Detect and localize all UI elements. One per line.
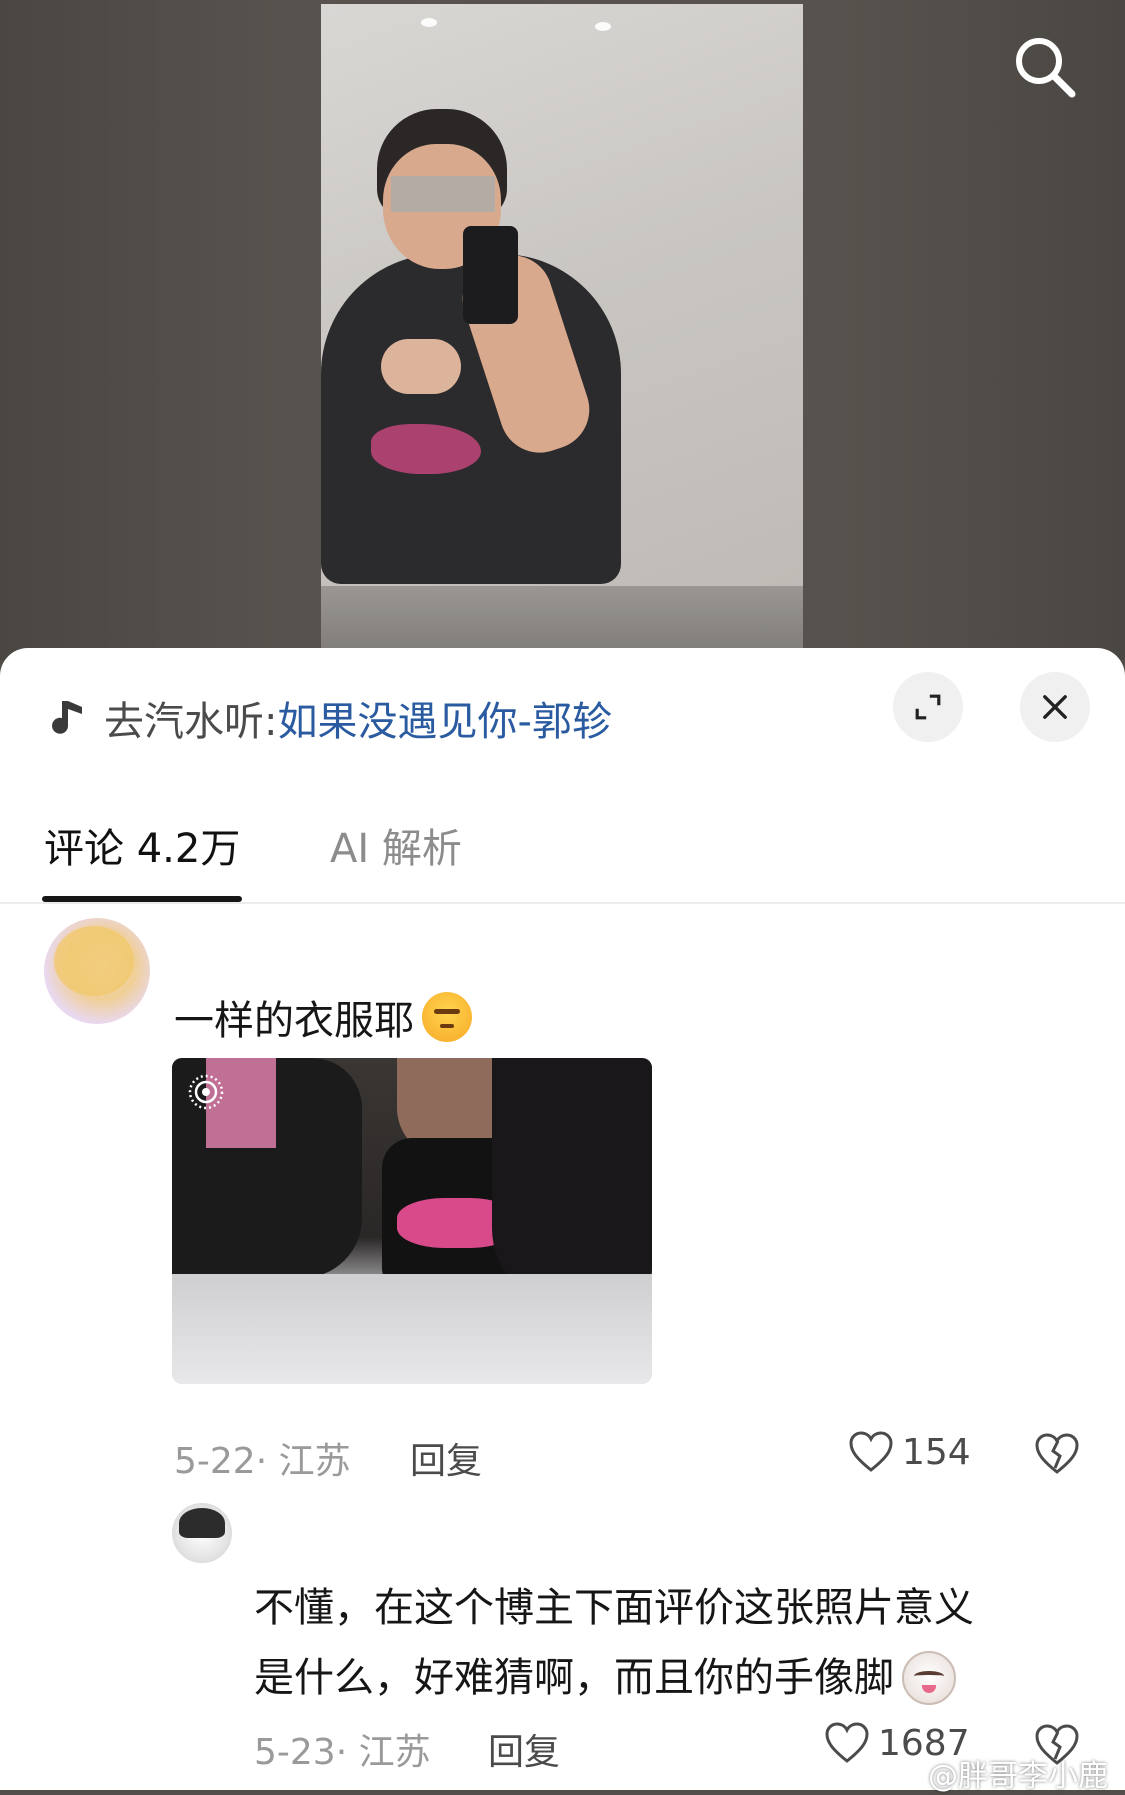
reply-comment-line-2-wrap: 是什么，好难猜啊，而且你的手像脚	[254, 1643, 1074, 1713]
music-prefix: 去汽水听:	[104, 699, 278, 745]
search-button[interactable]	[1010, 32, 1080, 102]
sheet-tabs: 评论 4.2万 AI 解析	[0, 798, 1125, 904]
live-photo-icon	[188, 1074, 224, 1110]
expand-icon	[915, 694, 941, 720]
heart-icon	[849, 1431, 893, 1472]
photo-person-skin	[381, 339, 461, 394]
music-note-icon	[52, 701, 82, 734]
reply-commenter-avatar[interactable]	[172, 1503, 232, 1563]
post-photo	[321, 4, 803, 656]
reply-button[interactable]: 回复	[410, 1432, 482, 1484]
image-table	[172, 1274, 652, 1384]
photo-phone	[463, 226, 518, 324]
reply-comment-text: 不懂，在这个博主下面评价这张照片意义 是什么，好难猜啊，而且你的手像脚	[254, 1573, 1074, 1713]
music-link-row[interactable]: 去汽水听: 如果没遇见你-郭轸	[48, 688, 612, 748]
music-song-link[interactable]: 如果没遇见你-郭轸	[277, 689, 611, 747]
smirk-emoji-icon	[422, 992, 472, 1042]
close-icon	[1043, 695, 1067, 719]
photo-shirt-logo	[371, 424, 481, 474]
reply-button[interactable]: 回复	[488, 1723, 560, 1775]
comments-sheet: 去汽水听: 如果没遇见你-郭轸 评论 4.2万 AI 解析 一样的衣服耶 5-2…	[0, 648, 1125, 1794]
watermark-text: @胖哥李小鹿	[928, 1759, 1108, 1794]
avatar-illustration	[54, 926, 134, 996]
broken-heart-icon[interactable]	[1034, 1432, 1080, 1476]
reply-date-location: 5-23· 江苏	[254, 1732, 431, 1773]
like-count: 154	[902, 1431, 971, 1473]
expand-button[interactable]	[893, 672, 963, 742]
tab-ai-analysis[interactable]: AI 解析	[330, 816, 462, 874]
tab-comments[interactable]: 评论 4.2万	[44, 816, 240, 874]
cat-emoji-icon	[902, 1651, 956, 1705]
like-button[interactable]: 154	[848, 1430, 971, 1474]
weibo-logo-icon	[888, 1760, 922, 1787]
active-tab-indicator	[42, 896, 242, 902]
video-player[interactable]	[0, 0, 1125, 660]
ceiling-light	[421, 18, 437, 27]
photo-counter	[321, 586, 803, 656]
heart-icon	[825, 1722, 869, 1763]
reply-comment-line-2: 是什么，好难猜啊，而且你的手像脚	[254, 1655, 894, 1701]
comment-body: 一样的衣服耶	[174, 998, 414, 1044]
weibo-watermark: @胖哥李小鹿	[888, 1751, 1108, 1795]
ceiling-light	[595, 22, 611, 31]
search-icon	[1016, 38, 1076, 98]
face-blur-mask	[391, 176, 495, 212]
image-hair	[492, 1058, 652, 1308]
reply-comment-line-1: 不懂，在这个博主下面评价这张照片意义	[254, 1585, 974, 1631]
close-button[interactable]	[1020, 672, 1090, 742]
comment-date-location: 5-22· 江苏	[174, 1441, 351, 1482]
avatar-illustration	[179, 1508, 225, 1538]
comment-text: 一样的衣服耶	[174, 988, 472, 1046]
commenter-avatar[interactable]	[44, 918, 150, 1024]
comment-image[interactable]	[172, 1058, 652, 1384]
